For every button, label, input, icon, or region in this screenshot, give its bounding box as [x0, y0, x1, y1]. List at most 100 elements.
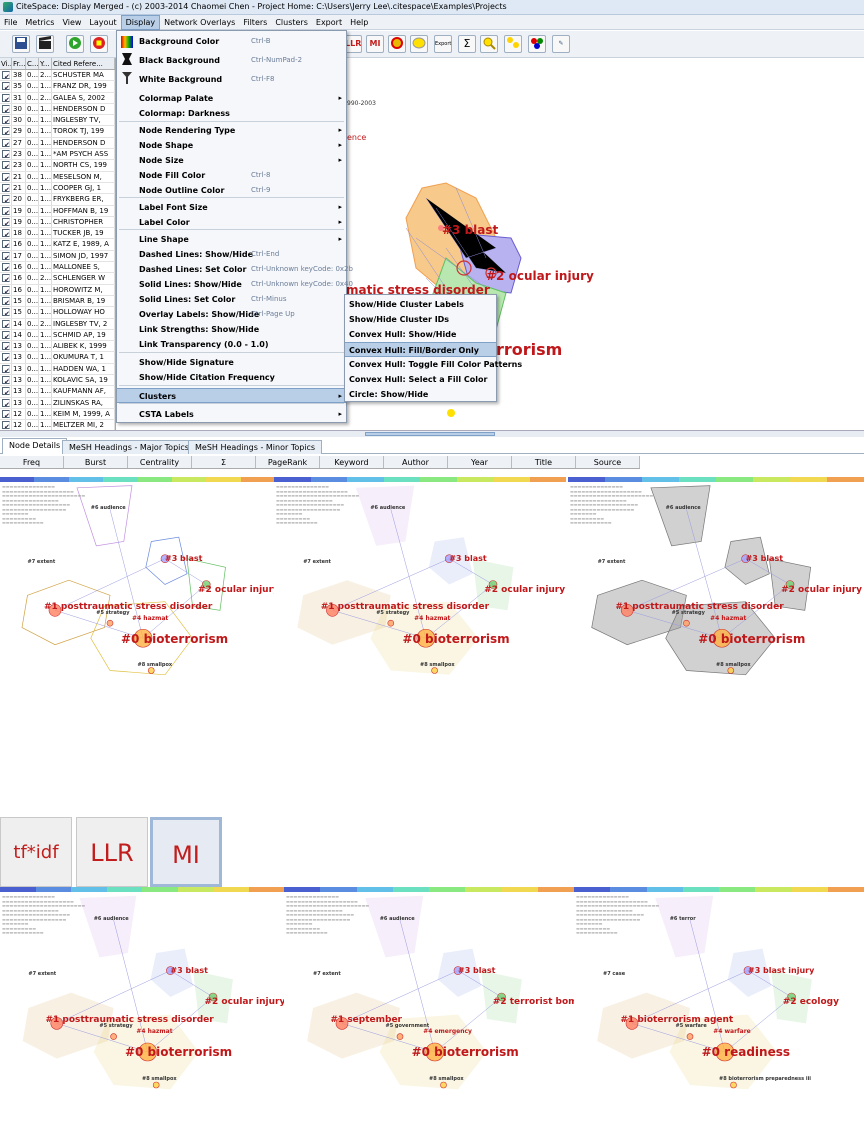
network-node[interactable]: [447, 409, 455, 417]
display-menu-item[interactable]: Colormap Palate ▸: [117, 91, 346, 106]
checkbox-icon[interactable]: ✔: [2, 263, 10, 272]
checkbox-icon[interactable]: ✔: [2, 421, 10, 430]
table-row[interactable]: ✔ 13 0... 1... ZILINSKAS RA,: [0, 397, 115, 409]
mi-button[interactable]: MI: [366, 35, 384, 53]
checkbox-icon[interactable]: ✔: [2, 71, 10, 79]
checkbox-icon[interactable]: ✔: [2, 82, 10, 91]
visible-checkbox[interactable]: ✔: [0, 273, 12, 284]
display-menu-item[interactable]: Overlay Labels: Show/Hide Ctrl-Page Up: [117, 307, 346, 322]
horizontal-scrollbar[interactable]: [0, 430, 864, 437]
visible-checkbox[interactable]: ✔: [0, 228, 12, 239]
checkbox-icon[interactable]: ✔: [2, 150, 10, 159]
table-row[interactable]: ✔ 12 0... 1... KEIM M, 1999, A: [0, 408, 115, 421]
sigma-button[interactable]: Σ: [458, 35, 476, 53]
table-row[interactable]: ✔ 20 0... 1... FRYKBERG ER,: [0, 194, 115, 206]
wizard-icon[interactable]: ✎: [552, 35, 570, 53]
visible-checkbox[interactable]: ✔: [0, 70, 12, 81]
visible-checkbox[interactable]: ✔: [0, 194, 12, 205]
table-row[interactable]: ✔ 13 0... 1... KAUFMANN AF,: [0, 386, 115, 398]
checkbox-icon[interactable]: ✔: [2, 376, 10, 385]
table-row[interactable]: ✔ 29 0... 1... TOROK TJ, 199: [0, 126, 115, 138]
display-menu-item[interactable]: Label Color ▸: [117, 215, 346, 230]
visible-checkbox[interactable]: ✔: [0, 284, 12, 295]
display-menu-item[interactable]: Show/Hide Signature: [117, 355, 346, 370]
checkbox-icon[interactable]: ✔: [2, 330, 10, 339]
table-row[interactable]: ✔ 23 0... 1... NORTH CS, 199: [0, 160, 115, 172]
visible-checkbox[interactable]: ✔: [0, 216, 12, 228]
table-row[interactable]: ✔ 23 0... 1... *AM PSYCH ASS: [0, 149, 115, 161]
visible-checkbox[interactable]: ✔: [0, 126, 12, 137]
visible-checkbox[interactable]: ✔: [0, 205, 12, 216]
visible-checkbox[interactable]: ✔: [0, 239, 12, 250]
visible-checkbox[interactable]: ✔: [0, 81, 12, 92]
table-row[interactable]: ✔ 35 0... 1... FRANZ DR, 199: [0, 81, 115, 93]
column-header[interactable]: Vi...: [0, 58, 12, 69]
visible-checkbox[interactable]: ✔: [0, 408, 12, 420]
visible-checkbox[interactable]: ✔: [0, 182, 12, 194]
visible-checkbox[interactable]: ✔: [0, 115, 12, 126]
display-menu-item[interactable]: Dashed Lines: Set Color Ctrl-Unknown keyC…: [117, 262, 353, 277]
checkbox-icon[interactable]: ✔: [2, 409, 10, 418]
column-freq[interactable]: Freq: [0, 456, 64, 468]
display-menu-item[interactable]: Node Rendering Type ▸: [117, 123, 346, 138]
display-menu-item[interactable]: Node Size ▸: [117, 153, 346, 168]
scrollbar-thumb[interactable]: [365, 432, 495, 436]
table-row[interactable]: ✔ 21 0... 1... COOPER GJ, 1: [0, 182, 115, 195]
display-menu-item[interactable]: Line Shape ▸: [117, 232, 346, 247]
display-menu-item[interactable]: Label Font Size ▸: [117, 200, 346, 215]
table-row[interactable]: ✔ 18 0... 1... TUCKER JB, 19: [0, 228, 115, 240]
checkbox-icon[interactable]: ✔: [2, 206, 10, 215]
menu-display[interactable]: Display: [120, 14, 161, 30]
table-row[interactable]: ✔ 13 0... 1... ALIBEK K, 1999: [0, 341, 115, 353]
visible-checkbox[interactable]: ✔: [0, 250, 12, 262]
column-header[interactable]: Cited Refere...: [52, 58, 115, 69]
table-row[interactable]: ✔ 21 0... 1... MESELSON M,: [0, 171, 115, 183]
table-row[interactable]: ✔ 31 0... 2... GALEA S, 2002: [0, 92, 115, 104]
menu-file[interactable]: File: [0, 15, 21, 30]
tab-mesh-major[interactable]: MeSH Headings - Major Topics: [62, 440, 196, 454]
checkbox-icon[interactable]: ✔: [2, 172, 10, 181]
visible-checkbox[interactable]: ✔: [0, 160, 12, 171]
checkbox-icon[interactable]: ✔: [2, 398, 10, 407]
submenu-show-hide-cluster-labels[interactable]: Show/Hide Cluster Labels: [345, 297, 496, 312]
display-menu-item[interactable]: Black Background Ctrl-NumPad-2: [117, 53, 346, 68]
visible-checkbox[interactable]: ✔: [0, 352, 12, 363]
column-source[interactable]: Source: [576, 456, 640, 468]
display-menu-item[interactable]: Solid Lines: Set Color Ctrl-Minus: [117, 292, 346, 307]
menu-view[interactable]: View: [58, 15, 85, 30]
table-row[interactable]: ✔ 16 0... 1... MALLONEE S,: [0, 262, 115, 274]
visible-checkbox[interactable]: ✔: [0, 149, 12, 160]
display-menu-item[interactable]: Node Fill Color Ctrl-8: [117, 168, 346, 183]
network-visualization-panel[interactable]: ▬▬▬▬▬▬▬▬▬▬▬▬▬▬ ▬▬▬▬▬▬▬▬▬▬▬▬▬▬▬▬▬▬▬ ▬▬▬▬▬…: [274, 477, 566, 692]
table-row[interactable]: ✔ 12 0... 1... MELTZER MI, 2: [0, 420, 115, 430]
submenu-show-hide-cluster-ids[interactable]: Show/Hide Cluster IDs: [345, 312, 496, 327]
visible-checkbox[interactable]: ✔: [0, 137, 12, 149]
network-visualization-panel[interactable]: ▬▬▬▬▬▬▬▬▬▬▬▬▬▬ ▬▬▬▬▬▬▬▬▬▬▬▬▬▬▬▬▬▬▬ ▬▬▬▬▬…: [284, 887, 574, 1107]
column-header[interactable]: Y...: [39, 58, 52, 69]
column-header[interactable]: Fr...: [12, 58, 26, 69]
submenu-convex-hull-select-fill[interactable]: Convex Hull: Select a Fill Color: [345, 372, 496, 387]
checkbox-icon[interactable]: ✔: [2, 116, 10, 125]
visible-checkbox[interactable]: ✔: [0, 386, 12, 397]
table-row[interactable]: ✔ 19 0... 1... HOFFMAN B, 19: [0, 205, 115, 217]
checkbox-icon[interactable]: ✔: [2, 251, 10, 260]
display-menu-item[interactable]: Link Transparency (0.0 - 1.0): [117, 337, 346, 352]
checkbox-icon[interactable]: ✔: [2, 364, 10, 373]
table-row[interactable]: ✔ 16 0... 2... SCHLENGER W: [0, 273, 115, 285]
column-title[interactable]: Title: [512, 456, 576, 468]
visible-checkbox[interactable]: ✔: [0, 171, 12, 182]
table-row[interactable]: ✔ 14 0... 1... SCHMID AP, 19: [0, 329, 115, 342]
clusters-icon[interactable]: [504, 35, 522, 53]
checkbox-icon[interactable]: ✔: [2, 319, 10, 328]
color-dots-icon[interactable]: [528, 35, 546, 53]
table-row[interactable]: ✔ 16 0... 1... KATZ E, 1989, A: [0, 239, 115, 251]
menu-network-overlays[interactable]: Network Overlays: [160, 15, 239, 30]
display-menu-item[interactable]: Background Color Ctrl-B: [117, 34, 346, 49]
checkbox-icon[interactable]: ✔: [2, 240, 10, 249]
menu-clusters[interactable]: Clusters: [271, 15, 312, 30]
visible-checkbox[interactable]: ✔: [0, 363, 12, 375]
tfidf-button[interactable]: tf*idf: [0, 817, 72, 887]
table-row[interactable]: ✔ 15 0... 1... BRISMAR B, 19: [0, 295, 115, 308]
network-visualization-panel[interactable]: ▬▬▬▬▬▬▬▬▬▬▬▬▬▬ ▬▬▬▬▬▬▬▬▬▬▬▬▬▬▬▬▬▬▬ ▬▬▬▬▬…: [0, 477, 275, 692]
play-icon[interactable]: [66, 35, 84, 53]
